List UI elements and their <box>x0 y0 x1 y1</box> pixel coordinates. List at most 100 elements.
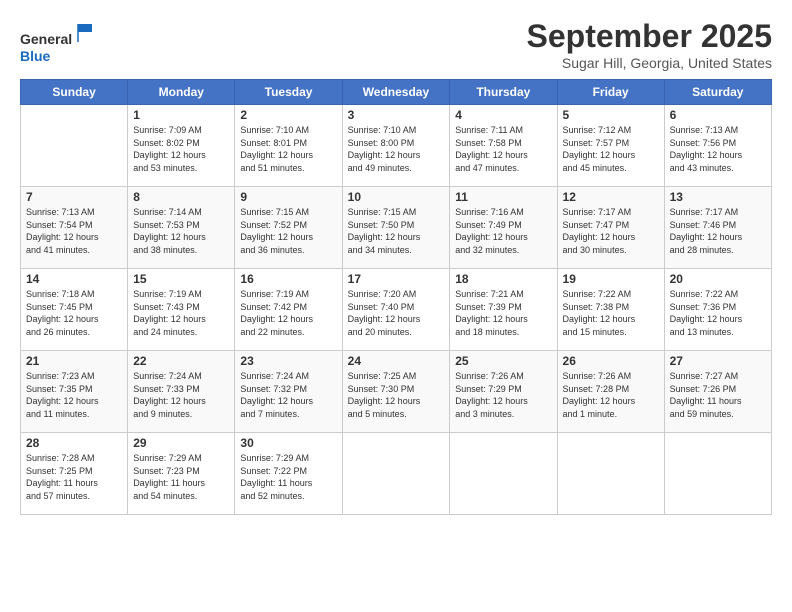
cell-content: Sunrise: 7:21 AM Sunset: 7:39 PM Dayligh… <box>455 288 551 338</box>
cell-content: Sunrise: 7:27 AM Sunset: 7:26 PM Dayligh… <box>670 370 766 420</box>
col-wednesday: Wednesday <box>342 80 450 105</box>
calendar-header-row: Sunday Monday Tuesday Wednesday Thursday… <box>21 80 772 105</box>
day-number: 3 <box>348 108 445 122</box>
day-number: 18 <box>455 272 551 286</box>
calendar-cell <box>450 433 557 515</box>
calendar-week-2: 7 Sunrise: 7:13 AM Sunset: 7:54 PM Daylig… <box>21 187 772 269</box>
calendar-cell: 13 Sunrise: 7:17 AM Sunset: 7:46 PM Dayli… <box>664 187 771 269</box>
day-number: 4 <box>455 108 551 122</box>
cell-content: Sunrise: 7:29 AM Sunset: 7:22 PM Dayligh… <box>240 452 336 502</box>
cell-content: Sunrise: 7:13 AM Sunset: 7:56 PM Dayligh… <box>670 124 766 174</box>
cell-content: Sunrise: 7:19 AM Sunset: 7:42 PM Dayligh… <box>240 288 336 338</box>
calendar-cell: 11Sunrise: 7:16 AM Sunset: 7:49 PM Dayli… <box>450 187 557 269</box>
calendar-cell: 10 Sunrise: 7:15 AM Sunset: 7:50 PM Dayli… <box>342 187 450 269</box>
location-subtitle: Sugar Hill, Georgia, United States <box>527 55 772 71</box>
logo-text-block: General Blue <box>20 22 96 65</box>
cell-content: Sunrise: 7:12 AM Sunset: 7:57 PM Dayligh… <box>563 124 659 174</box>
calendar-cell: 19Sunrise: 7:22 AM Sunset: 7:38 PM Dayli… <box>557 269 664 351</box>
day-number: 28 <box>26 436 122 450</box>
cell-content: Sunrise: 7:22 AM Sunset: 7:38 PM Dayligh… <box>563 288 659 338</box>
calendar-cell: 8 Sunrise: 7:14 AM Sunset: 7:53 PM Daylig… <box>128 187 235 269</box>
calendar-cell: 29 Sunrise: 7:29 AM Sunset: 7:23 PM Dayli… <box>128 433 235 515</box>
calendar-cell: 21Sunrise: 7:23 AM Sunset: 7:35 PM Dayli… <box>21 351 128 433</box>
calendar-cell <box>557 433 664 515</box>
day-number: 1 <box>133 108 229 122</box>
day-number: 17 <box>348 272 445 286</box>
cell-content: Sunrise: 7:17 AM Sunset: 7:46 PM Dayligh… <box>670 206 766 256</box>
day-number: 8 <box>133 190 229 204</box>
logo-blue: Blue <box>20 48 50 64</box>
title-block: September 2025 Sugar Hill, Georgia, Unit… <box>527 18 772 71</box>
calendar-cell: 26 Sunrise: 7:26 AM Sunset: 7:28 PM Dayli… <box>557 351 664 433</box>
col-friday: Friday <box>557 80 664 105</box>
calendar-cell: 20Sunrise: 7:22 AM Sunset: 7:36 PM Dayli… <box>664 269 771 351</box>
day-number: 23 <box>240 354 336 368</box>
cell-content: Sunrise: 7:29 AM Sunset: 7:23 PM Dayligh… <box>133 452 229 502</box>
calendar-week-3: 14Sunrise: 7:18 AM Sunset: 7:45 PM Dayli… <box>21 269 772 351</box>
month-title: September 2025 <box>527 18 772 55</box>
calendar-cell: 25 Sunrise: 7:26 AM Sunset: 7:29 PM Dayli… <box>450 351 557 433</box>
day-number: 15 <box>133 272 229 286</box>
cell-content: Sunrise: 7:17 AM Sunset: 7:47 PM Dayligh… <box>563 206 659 256</box>
cell-content: Sunrise: 7:13 AM Sunset: 7:54 PM Dayligh… <box>26 206 122 256</box>
calendar-cell: 30Sunrise: 7:29 AM Sunset: 7:22 PM Dayli… <box>235 433 342 515</box>
logo-general: General <box>20 31 72 47</box>
cell-content: Sunrise: 7:22 AM Sunset: 7:36 PM Dayligh… <box>670 288 766 338</box>
cell-content: Sunrise: 7:25 AM Sunset: 7:30 PM Dayligh… <box>348 370 445 420</box>
day-number: 29 <box>133 436 229 450</box>
cell-content: Sunrise: 7:26 AM Sunset: 7:29 PM Dayligh… <box>455 370 551 420</box>
cell-content: Sunrise: 7:24 AM Sunset: 7:32 PM Dayligh… <box>240 370 336 420</box>
cell-content: Sunrise: 7:24 AM Sunset: 7:33 PM Dayligh… <box>133 370 229 420</box>
day-number: 27 <box>670 354 766 368</box>
col-tuesday: Tuesday <box>235 80 342 105</box>
calendar-cell: 16 Sunrise: 7:19 AM Sunset: 7:42 PM Dayli… <box>235 269 342 351</box>
cell-content: Sunrise: 7:09 AM Sunset: 8:02 PM Dayligh… <box>133 124 229 174</box>
cell-content: Sunrise: 7:28 AM Sunset: 7:25 PM Dayligh… <box>26 452 122 502</box>
cell-content: Sunrise: 7:15 AM Sunset: 7:52 PM Dayligh… <box>240 206 336 256</box>
calendar-cell <box>21 105 128 187</box>
day-number: 7 <box>26 190 122 204</box>
cell-content: Sunrise: 7:19 AM Sunset: 7:43 PM Dayligh… <box>133 288 229 338</box>
day-number: 24 <box>348 354 445 368</box>
calendar-page: General Blue September 2025 Sugar Hill, … <box>0 0 792 612</box>
day-number: 26 <box>563 354 659 368</box>
col-sunday: Sunday <box>21 80 128 105</box>
calendar-cell: 22 Sunrise: 7:24 AM Sunset: 7:33 PM Dayli… <box>128 351 235 433</box>
day-number: 5 <box>563 108 659 122</box>
col-thursday: Thursday <box>450 80 557 105</box>
cell-content: Sunrise: 7:10 AM Sunset: 8:00 PM Dayligh… <box>348 124 445 174</box>
cell-content: Sunrise: 7:26 AM Sunset: 7:28 PM Dayligh… <box>563 370 659 420</box>
cell-content: Sunrise: 7:15 AM Sunset: 7:50 PM Dayligh… <box>348 206 445 256</box>
day-number: 22 <box>133 354 229 368</box>
page-header: General Blue September 2025 Sugar Hill, … <box>20 18 772 71</box>
day-number: 16 <box>240 272 336 286</box>
calendar-cell <box>342 433 450 515</box>
calendar-cell: 24 Sunrise: 7:25 AM Sunset: 7:30 PM Dayli… <box>342 351 450 433</box>
cell-content: Sunrise: 7:20 AM Sunset: 7:40 PM Dayligh… <box>348 288 445 338</box>
cell-content: Sunrise: 7:14 AM Sunset: 7:53 PM Dayligh… <box>133 206 229 256</box>
calendar-week-5: 28 Sunrise: 7:28 AM Sunset: 7:25 PM Dayli… <box>21 433 772 515</box>
day-number: 2 <box>240 108 336 122</box>
day-number: 13 <box>670 190 766 204</box>
day-number: 25 <box>455 354 551 368</box>
calendar-cell: 2Sunrise: 7:10 AM Sunset: 8:01 PM Daylig… <box>235 105 342 187</box>
calendar-week-1: 1 Sunrise: 7:09 AM Sunset: 8:02 PM Daylig… <box>21 105 772 187</box>
calendar-cell: 18 Sunrise: 7:21 AM Sunset: 7:39 PM Dayli… <box>450 269 557 351</box>
day-number: 12 <box>563 190 659 204</box>
calendar-week-4: 21Sunrise: 7:23 AM Sunset: 7:35 PM Dayli… <box>21 351 772 433</box>
calendar-cell: 5 Sunrise: 7:12 AM Sunset: 7:57 PM Daylig… <box>557 105 664 187</box>
calendar-cell: 17 Sunrise: 7:20 AM Sunset: 7:40 PM Dayli… <box>342 269 450 351</box>
cell-content: Sunrise: 7:16 AM Sunset: 7:49 PM Dayligh… <box>455 206 551 256</box>
calendar-cell: 23 Sunrise: 7:24 AM Sunset: 7:32 PM Dayli… <box>235 351 342 433</box>
col-saturday: Saturday <box>664 80 771 105</box>
day-number: 21 <box>26 354 122 368</box>
calendar-cell <box>664 433 771 515</box>
calendar-cell: 12 Sunrise: 7:17 AM Sunset: 7:47 PM Dayli… <box>557 187 664 269</box>
calendar-cell: 14Sunrise: 7:18 AM Sunset: 7:45 PM Dayli… <box>21 269 128 351</box>
calendar-cell: 9Sunrise: 7:15 AM Sunset: 7:52 PM Daylig… <box>235 187 342 269</box>
day-number: 10 <box>348 190 445 204</box>
calendar-cell: 27 Sunrise: 7:27 AM Sunset: 7:26 PM Dayli… <box>664 351 771 433</box>
col-monday: Monday <box>128 80 235 105</box>
calendar-cell: 7 Sunrise: 7:13 AM Sunset: 7:54 PM Daylig… <box>21 187 128 269</box>
calendar-cell: 6Sunrise: 7:13 AM Sunset: 7:56 PM Daylig… <box>664 105 771 187</box>
